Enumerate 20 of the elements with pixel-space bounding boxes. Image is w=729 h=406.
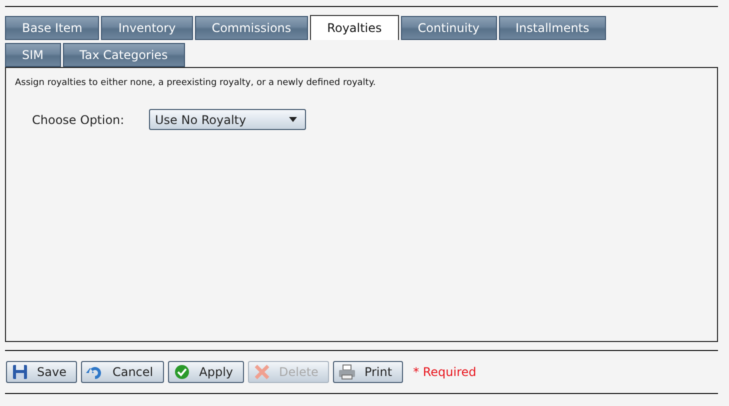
description-text: Assign royalties to either none, a preexisting royalty, or a newly defined royalty. [15, 78, 377, 88]
tab[interactable]: Base Item [5, 16, 100, 40]
printer-icon [338, 364, 356, 380]
check-circle-icon [173, 364, 192, 380]
tab[interactable]: Commissions [194, 16, 308, 40]
tab[interactable]: Royalties [310, 15, 399, 40]
cancel-button[interactable]: Cancel [81, 361, 164, 383]
apply-button[interactable]: Apply [168, 361, 244, 383]
print-button[interactable]: Print [333, 361, 404, 383]
dropdown-caret-icon [289, 117, 297, 122]
required-note: * Required [413, 365, 476, 379]
tab[interactable]: Inventory [101, 16, 193, 40]
tab[interactable]: Tax Categories [62, 43, 185, 67]
tab[interactable]: Continuity [400, 16, 496, 40]
option-dropdown[interactable]: Use No Royalty [149, 109, 306, 130]
option-label: Choose Option: [32, 112, 126, 126]
save-button[interactable]: Save [6, 361, 78, 383]
tab[interactable]: Installments [498, 16, 606, 40]
cross-icon [253, 364, 272, 380]
tab[interactable]: SIM [5, 43, 61, 67]
